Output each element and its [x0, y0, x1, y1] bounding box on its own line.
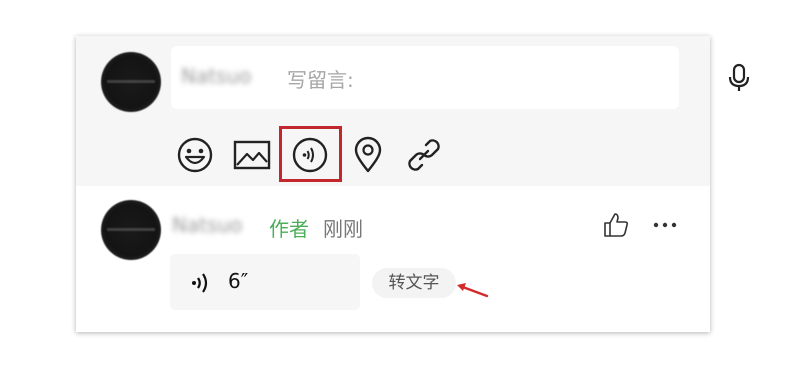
compose-area: Natsuo 写留言:: [76, 36, 750, 186]
red-arrow-annotation: [457, 283, 489, 298]
input-placeholder: 写留言:: [287, 68, 354, 92]
voice-message[interactable]: 6″: [170, 254, 360, 310]
user-name: Natsuo: [181, 64, 252, 88]
image-icon[interactable]: [233, 136, 271, 174]
avatar[interactable]: [101, 52, 161, 112]
comment-card: Natsuo 写留言: Natsuo 作者 刚刚 6″ 转文字: [76, 36, 750, 332]
more-icon[interactable]: [652, 220, 678, 230]
voice-icon[interactable]: [291, 136, 329, 174]
voice-duration: 6″: [228, 269, 249, 293]
convert-to-text-button[interactable]: 转文字: [372, 268, 456, 298]
comment-time: 刚刚: [323, 217, 363, 241]
like-icon[interactable]: [603, 212, 629, 238]
link-icon[interactable]: [405, 136, 443, 174]
comment-input[interactable]: Natsuo 写留言:: [171, 46, 750, 109]
location-icon[interactable]: [349, 136, 387, 174]
voice-wave-icon: [192, 273, 208, 293]
author-tag: 作者: [269, 217, 309, 241]
emoji-icon[interactable]: [176, 136, 214, 174]
comment-avatar[interactable]: [101, 200, 161, 260]
comment-user-name[interactable]: Natsuo: [172, 213, 242, 237]
microphone-icon[interactable]: [725, 63, 753, 93]
